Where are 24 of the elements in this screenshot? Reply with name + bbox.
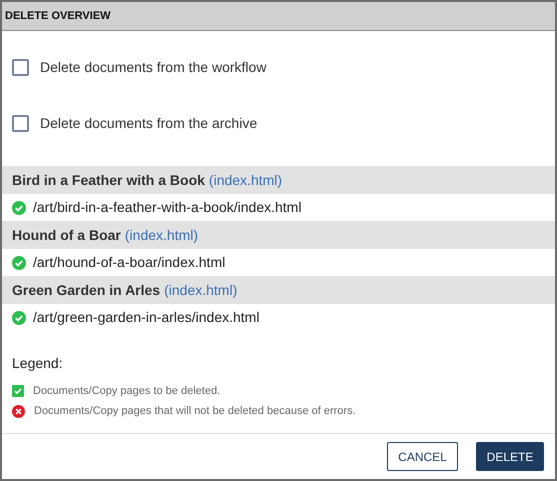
check-square-icon	[12, 385, 24, 397]
legend-text: Documents/Copy pages that will not be deleted because of errors.	[34, 404, 356, 419]
legend-title: Legend:	[12, 354, 64, 373]
check-circle-icon	[12, 256, 26, 270]
document-path: /art/bird-in-a-feather-with-a-book/index.html	[33, 198, 302, 217]
checkbox[interactable]	[12, 115, 29, 132]
document-title: Green Garden in Arles	[12, 280, 160, 300]
check-circle-icon	[12, 200, 26, 214]
document-path: /art/hound-of-a-boar/index.html	[33, 253, 226, 272]
error-circle-icon	[12, 404, 25, 418]
document-link[interactable]: (index.html)	[208, 170, 282, 190]
document-link[interactable]: (index.html)	[124, 224, 198, 246]
checkbox[interactable]	[12, 59, 29, 76]
document-path: /art/green-garden-in-arles/index.html	[33, 308, 260, 327]
document-link[interactable]: (index.html)	[164, 280, 238, 300]
document-title: Hound of a Boar	[12, 226, 121, 244]
legend-text: Documents/Copy pages to be deleted.	[33, 384, 220, 399]
delete-button[interactable]: DELETE	[476, 442, 544, 471]
dialog-title: DELETE OVERVIEW	[5, 8, 111, 24]
checkbox-label: Delete documents from the workflow	[40, 58, 266, 77]
checkbox-label: Delete documents from the archive	[40, 114, 258, 133]
document-title: Bird in a Feather with a Book	[12, 170, 205, 190]
cancel-button[interactable]: CANCEL	[387, 442, 458, 471]
check-circle-icon	[12, 310, 26, 324]
